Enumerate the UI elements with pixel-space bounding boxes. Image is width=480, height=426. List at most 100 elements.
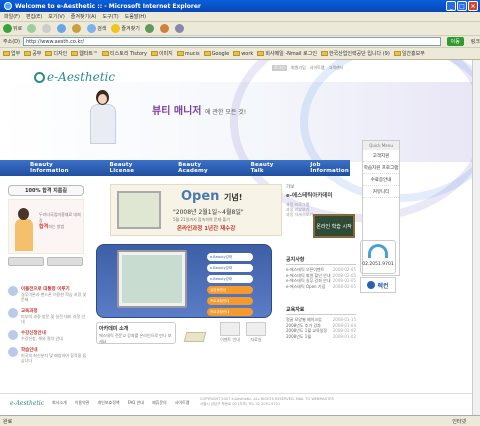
pro-course-button[interactable]: 프로과정안내: [207, 308, 253, 316]
address-input[interactable]: http://www.aesth.co.kr/: [22, 37, 441, 46]
title-bar: Welcome to e-Aesthetic :: - Microsoft In…: [0, 0, 480, 12]
link-images-folder[interactable]: 이미지: [150, 50, 173, 57]
archive-shortcut[interactable]: 자료실: [246, 322, 266, 343]
link-mucis-folder[interactable]: mucis: [176, 50, 200, 57]
open-highlight: 온라인과정 1년간 재수강: [177, 226, 236, 232]
nav-job-information[interactable]: Job Information: [310, 162, 350, 174]
mail-icon[interactable]: [159, 24, 169, 33]
slide-next-button[interactable]: [47, 257, 83, 266]
book-icon: [8, 286, 18, 296]
edu-title[interactable]: 교육자료: [286, 306, 356, 315]
phone-number: 02.2051.9701: [362, 262, 394, 267]
footer-partnership[interactable]: 제휴문의: [152, 400, 167, 406]
link-pr[interactable]: 일간홍보부: [393, 50, 425, 57]
link-company-mail[interactable]: 회사메일 -Nmail 로그인: [257, 50, 317, 57]
back-arrow-icon: [3, 24, 12, 33]
footer-privacy[interactable]: 개인보호정책: [97, 400, 119, 406]
security-zone: 인터넷: [452, 418, 466, 425]
nav-beauty-license[interactable]: Beauty License: [110, 162, 149, 174]
menu-bar: 파일(F) 편집(E) 보기(V) 즐겨찾기(A) 도구(T) 도움말(H): [0, 12, 480, 22]
back-button[interactable]: 뒤로: [3, 24, 22, 33]
menu-edit[interactable]: 편집(E): [26, 13, 42, 20]
pass-promo[interactable]: 두라다국립미용재료 대회장 합격하는 방법: [8, 199, 84, 254]
event-shortcut[interactable]: 이벤트 안내: [220, 322, 240, 343]
open-word2: 기념!: [223, 193, 243, 202]
partner-banner[interactable]: 렉컨: [360, 277, 396, 293]
link-label: 티스토리 Tistory: [110, 51, 147, 57]
quick-customer-support[interactable]: 고객지원: [363, 150, 399, 162]
link-google[interactable]: Google: [203, 50, 229, 57]
forward-button[interactable]: [27, 24, 37, 33]
link-work[interactable]: work: [233, 50, 253, 57]
notice-row[interactable]: e-에스테틱 Open 기념 2008-02-05: [286, 284, 356, 290]
nav-beauty-talk[interactable]: Beauty Talk: [251, 162, 281, 174]
history-icon[interactable]: [144, 24, 154, 33]
nav-beauty-academy[interactable]: Beauty Academy: [178, 162, 220, 174]
stop-icon[interactable]: [42, 24, 52, 33]
link-work-folder[interactable]: 업무: [3, 50, 20, 57]
folder-icon: [176, 50, 184, 56]
home-icon[interactable]: [72, 24, 82, 33]
promo-text: 두라다국립미용재료 대회장: [39, 212, 81, 223]
pro-course-button[interactable]: 프로과정안내: [207, 297, 253, 305]
edu-row[interactable]: 2008년도 1월 2008-01-02: [286, 334, 356, 340]
quick-certificate[interactable]: 수료증안내: [363, 174, 399, 186]
site-logo[interactable]: e-Aesthetic: [34, 70, 115, 84]
archive-icon: [246, 322, 266, 336]
left-menu-item[interactable]: 교육과정 피부미 과정 방문 및 실전 대비 과정 안내: [8, 308, 88, 324]
left-menu-item[interactable]: 이돌전으로 대통령 이루기 실무이론과 핸드폰 이용한 학습 과정 및 문제: [8, 286, 88, 302]
sitemap-link[interactable]: 사이트맵: [310, 65, 325, 71]
address-label: 주소(D): [3, 39, 20, 45]
folder-icon: [24, 51, 32, 56]
course-button[interactable]: e-Beauty강좌: [207, 253, 253, 261]
favorites-button[interactable]: 즐겨찾기: [111, 24, 140, 33]
link-tistory[interactable]: 티스토리 Tistory: [102, 50, 147, 57]
maximize-button[interactable]: □: [457, 1, 467, 11]
footer-faq[interactable]: FAQ 안내: [128, 400, 144, 406]
left-menu-item[interactable]: 수강신청안내 수강신청, 해외 절차 안내: [8, 330, 88, 341]
menu-file[interactable]: 파일(F): [4, 13, 20, 20]
start-learning-chalkboard[interactable]: 온라인 학습 시작: [313, 214, 355, 238]
search-button[interactable]: 검색: [87, 24, 106, 33]
academy-intro[interactable]: 아카데미 소개 에스테틱 전문교 강좌를 온라인으로 만나 보세요: [96, 322, 176, 344]
join-link[interactable]: 회원가입: [291, 65, 306, 71]
left-menu-sub: 피부미 과정 방문 및 실전 대비 과정 안내: [21, 314, 86, 324]
left-menu-item[interactable]: 학습안내 미국의 최신분자 및 매칭하여 합격을 돕습니다: [8, 347, 88, 363]
link-hrdkorea[interactable]: 한국산업인력공단 입니다 (9): [320, 50, 390, 57]
login-link[interactable]: 로그인: [272, 65, 288, 71]
link-webtart[interactable]: 웹타트™: [71, 50, 98, 57]
print-icon[interactable]: [174, 24, 184, 33]
link-study-folder[interactable]: 공부: [24, 50, 41, 57]
support-link[interactable]: 고객센터: [329, 65, 344, 71]
course-button[interactable]: e-Beauty강좌: [207, 275, 253, 283]
study-icon: [8, 347, 18, 357]
course-button[interactable]: e-Beauty강좌: [207, 264, 253, 272]
event-label: 이벤트 안내: [220, 337, 240, 342]
quick-community[interactable]: 커뮤니티: [363, 186, 399, 198]
practice-video-button[interactable]: 실습동영상: [207, 286, 253, 294]
quick-learning-support[interactable]: 학습지원 프로그램: [363, 162, 399, 174]
promo-red: 합격: [39, 224, 49, 230]
vertical-scrollbar[interactable]: [472, 60, 480, 415]
footer-terms[interactable]: 이용약관: [75, 400, 90, 406]
close-button[interactable]: ×: [468, 1, 478, 11]
minimize-button[interactable]: _: [446, 1, 456, 11]
link-design-folder[interactable]: 디자인: [45, 50, 67, 57]
menu-favorites[interactable]: 즐겨찾기(A): [71, 13, 97, 20]
go-button[interactable]: 이동: [446, 37, 464, 46]
open-event-banner[interactable]: Open 기념! "2008년 2월1일~4월8일" 5월 21일까지 접속하여…: [110, 184, 282, 236]
folder-icon: [3, 51, 10, 56]
footer-sitemap[interactable]: 사이트맵: [175, 400, 190, 406]
links-label[interactable]: 링크: [471, 38, 480, 45]
archive-label: 자료실: [250, 337, 262, 342]
refresh-icon[interactable]: [57, 24, 67, 33]
menu-tools[interactable]: 도구(T): [103, 13, 119, 20]
nav-beauty-information[interactable]: Beauty Information: [30, 162, 80, 174]
notice-title[interactable]: 공지사항: [286, 256, 356, 265]
menu-view[interactable]: 보기(V): [48, 13, 65, 20]
link-label: mucis: [184, 50, 200, 57]
footer-about[interactable]: 회사소개: [52, 400, 67, 406]
slide-prev-button[interactable]: [8, 257, 44, 266]
pass-badge[interactable]: 100% 합격 지름길: [8, 185, 84, 196]
menu-help[interactable]: 도움말(H): [125, 13, 146, 20]
